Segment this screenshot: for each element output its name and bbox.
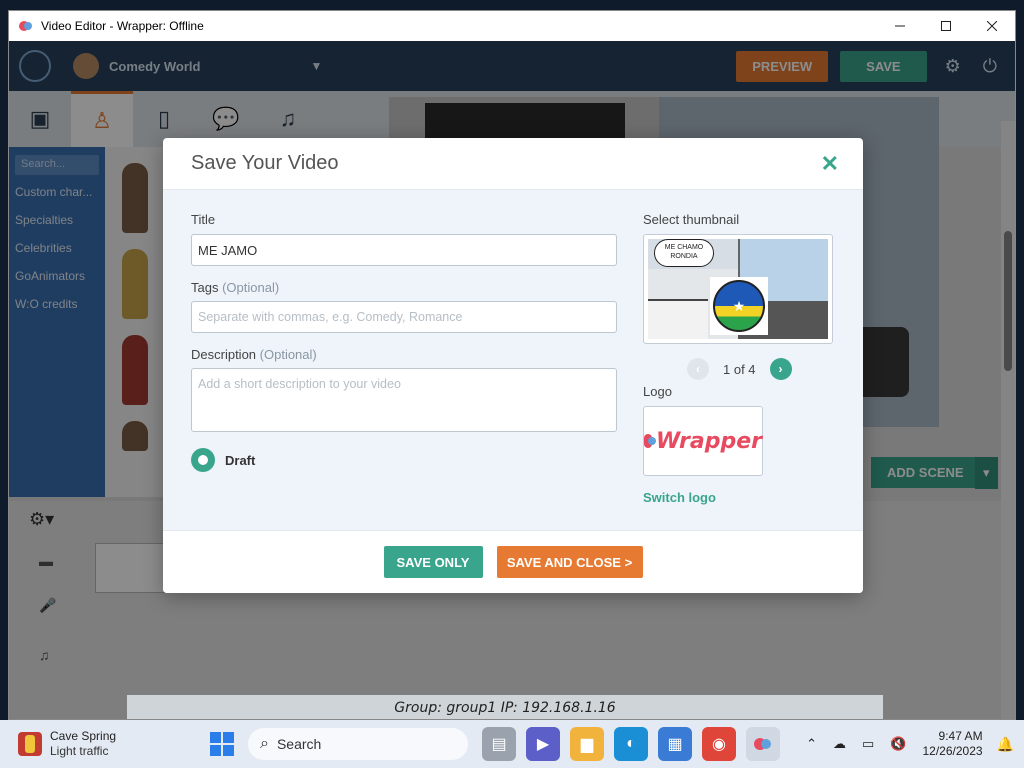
pager-text: 1 of 4 [723,361,756,377]
thumbnail-pager: ‹ 1 of 4 › [687,358,792,380]
edge-icon[interactable]: ◐ [614,727,648,761]
task-view-icon[interactable]: ▤ [482,727,516,761]
save-only-button[interactable]: SAVE ONLY [383,546,483,578]
weather-sub: Light traffic [50,744,109,758]
search-label: Search [276,736,322,752]
draft-radio[interactable] [191,448,215,472]
chevron-up-icon[interactable]: ⌃ [806,736,817,752]
system-tray: ⌃ ☁ ▭ 🔇 9:47 AM 12/26/2023 🔔 [798,729,1024,759]
logo-preview: Wrapper [643,406,763,476]
description-label: Description (Optional) [191,347,317,362]
countryball-character: ★ [710,277,768,335]
title-bar: Video Editor - Wrapper: Offline [9,11,1015,41]
wrapper-logo-text: Wrapper [656,428,762,454]
dialog-title: Save Your Video [191,152,339,174]
prev-thumbnail-button[interactable]: ‹ [687,358,709,380]
logo-label: Logo [643,384,672,399]
logo-label-text: Logo [643,384,672,399]
traffic-icon [18,732,42,756]
weather-widget[interactable]: Cave Spring Light traffic [0,729,190,759]
clock[interactable]: 9:47 AM 12/26/2023 [923,729,983,759]
title-label: Title [191,212,215,227]
app-window: Video Editor - Wrapper: Offline Comedy W… [8,10,1016,720]
save-video-dialog: Save Your Video ✕ Title ME JAMO Tags (Op… [163,138,863,593]
chevron-left-icon: ‹ [696,362,700,376]
title-input[interactable]: ME JAMO [191,234,617,266]
taskbar: Cave Spring Light traffic ⌕ Search ▤ ▶ ▆… [0,720,1024,768]
draft-label: Draft [225,452,256,468]
maximize-icon [941,21,951,31]
clock-date: 12/26/2023 [922,744,983,758]
description-input[interactable]: Add a short description to your video [191,368,617,432]
dialog-footer: SAVE ONLY SAVE AND CLOSE > [163,530,863,593]
select-thumbnail-label: Select thumbnail [643,212,739,227]
wrapper-taskbar-icon[interactable] [746,727,780,761]
description-optional: (Optional) [259,347,317,362]
volume-muted-icon[interactable]: 🔇 [890,736,906,752]
close-dialog-icon[interactable]: ✕ [821,151,839,177]
tags-input[interactable]: Separate with commas, e.g. Comedy, Roman… [191,301,617,333]
dialog-body: Title ME JAMO Tags (Optional) Separate w… [163,190,863,530]
tags-optional: (Optional) [222,280,280,295]
store-icon[interactable]: ▦ [658,727,692,761]
status-line: Group: group1 IP: 192.168.1.16 [127,695,883,719]
chrome-icon[interactable]: ◉ [702,727,736,761]
save-and-close-button[interactable]: SAVE AND CLOSE > [496,546,643,578]
switch-logo-link[interactable]: Switch logo [643,490,716,505]
minimize-button[interactable] [877,11,923,41]
speech-bubble: ME CHAMO RONDIA [654,239,714,267]
title-label-text: Title [191,212,216,227]
description-label-text: Description [191,347,257,362]
cloud-icon[interactable]: ☁ [833,736,846,752]
teams-icon[interactable]: ▶ [526,727,560,761]
window-title: Video Editor - Wrapper: Offline [41,19,204,33]
close-icon [987,21,997,31]
display-icon[interactable]: ▭ [862,736,874,752]
wrapper-logo-icon [644,434,657,448]
close-window-button[interactable] [969,11,1015,41]
select-thumbnail-text: Select thumbnail [643,212,740,227]
minimize-icon [895,25,905,27]
taskbar-search[interactable]: ⌕ Search [248,728,468,760]
draft-option[interactable]: Draft [191,448,255,472]
search-icon: ⌕ [260,735,269,752]
notification-bell-icon[interactable]: 🔔 [997,736,1014,753]
weather-title: Cave Spring [50,729,117,743]
thumbnail-preview[interactable]: ME CHAMO RONDIA ★ [643,234,833,344]
tags-label: Tags (Optional) [191,280,279,295]
chevron-right-icon: › [778,362,783,376]
maximize-button[interactable] [923,11,969,41]
start-button[interactable] [210,732,234,756]
wrapper-app-icon [17,17,35,35]
next-thumbnail-button[interactable]: › [769,358,792,380]
dialog-header: Save Your Video ✕ [163,138,863,190]
thumbnail-image: ME CHAMO RONDIA ★ [648,239,828,339]
file-explorer-icon[interactable]: ▆ [570,727,604,761]
clock-time: 9:47 AM [938,729,983,743]
tags-label-text: Tags [191,280,219,295]
